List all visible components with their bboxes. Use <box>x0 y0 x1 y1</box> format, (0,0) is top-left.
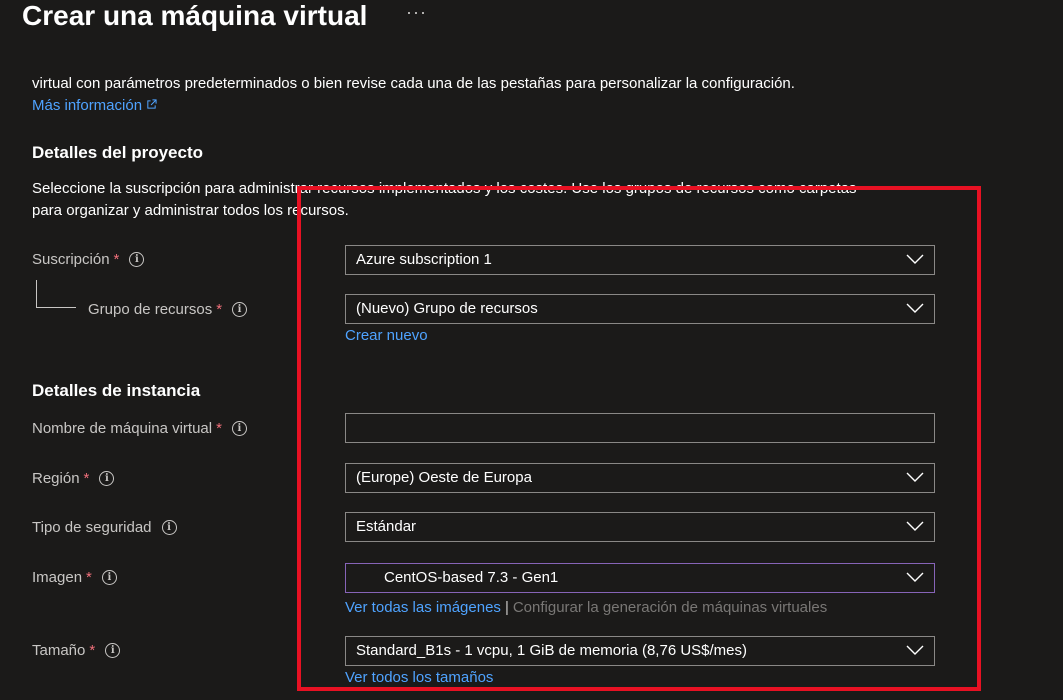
required-mark: * <box>83 470 90 487</box>
tree-connector-horizontal <box>36 307 76 308</box>
vm-name-input[interactable] <box>345 413 935 443</box>
size-label-row: Tamaño * i <box>32 642 121 659</box>
required-mark: * <box>86 569 92 586</box>
subscription-value: Azure subscription 1 <box>356 251 492 268</box>
info-icon[interactable]: i <box>161 520 177 535</box>
subscription-label: Suscripción <box>32 251 110 268</box>
project-description-line1: Seleccione la suscripción para administr… <box>32 180 857 197</box>
size-label: Tamaño <box>32 642 86 659</box>
configure-generation-link: Configurar la generación de máquinas vir… <box>512 599 828 616</box>
more-info-label: Más información <box>32 97 143 114</box>
image-label: Imagen <box>32 569 83 586</box>
resource-group-value: (Nuevo) Grupo de recursos <box>356 300 538 317</box>
page-title: Crear una máquina virtual <box>22 0 368 31</box>
chevron-down-icon <box>906 254 924 264</box>
region-label: Región <box>32 470 80 487</box>
info-icon[interactable]: i <box>99 471 115 486</box>
required-mark: * <box>113 251 120 268</box>
see-all-images-link[interactable]: Ver todas las imágenes <box>345 599 501 616</box>
size-value: Standard_B1s - 1 vcpu, 1 GiB de memoria … <box>356 642 748 659</box>
security-type-label: Tipo de seguridad <box>32 519 152 536</box>
size-dropdown[interactable]: Standard_B1s - 1 vcpu, 1 GiB de memoria … <box>345 636 935 666</box>
link-separator: | <box>504 599 509 616</box>
instance-details-heading: Detalles de instancia <box>32 381 201 400</box>
info-icon[interactable]: i <box>232 302 248 317</box>
create-new-link[interactable]: Crear nuevo <box>345 327 428 344</box>
project-details-heading: Detalles del proyecto <box>32 143 204 162</box>
chevron-down-icon <box>906 472 924 482</box>
chevron-down-icon <box>906 303 924 313</box>
more-info-link[interactable]: Más información <box>32 95 157 117</box>
vm-name-label-row: Nombre de máquina virtual * i <box>32 420 247 437</box>
info-icon[interactable]: i <box>129 252 145 267</box>
region-value: (Europe) Oeste de Europa <box>356 469 532 486</box>
region-label-row: Región * i <box>32 470 115 487</box>
image-value: CentOS-based 7.3 - Gen1 <box>384 569 559 586</box>
more-options-button[interactable]: ··· <box>406 2 427 23</box>
see-all-sizes-link[interactable]: Ver todos los tamaños <box>345 669 493 686</box>
required-mark: * <box>216 301 223 318</box>
tree-connector-vertical <box>36 280 37 308</box>
chevron-down-icon <box>906 521 924 531</box>
security-type-value: Estándar <box>356 518 417 535</box>
chevron-down-icon <box>906 645 924 655</box>
image-links-row: Ver todas las imágenes | Configurar la gen… <box>345 598 827 618</box>
resource-group-label-row: Grupo de recursos * i <box>88 301 248 318</box>
image-label-row: Imagen * i <box>32 569 117 586</box>
intro-text: virtual con parámetros predeterminados o… <box>32 75 795 92</box>
chevron-down-icon <box>906 572 924 582</box>
security-type-dropdown[interactable]: Estándar <box>345 512 935 542</box>
vm-name-label: Nombre de máquina virtual <box>32 420 213 437</box>
security-type-label-row: Tipo de seguridad i <box>32 519 177 536</box>
resource-group-dropdown[interactable]: (Nuevo) Grupo de recursos <box>345 294 935 324</box>
resource-group-label: Grupo de recursos <box>88 301 213 318</box>
subscription-dropdown[interactable]: Azure subscription 1 <box>345 245 935 275</box>
info-icon[interactable]: i <box>231 421 247 436</box>
project-description-line2: para organizar y administrar todos los r… <box>32 202 349 219</box>
info-icon[interactable]: i <box>105 643 121 658</box>
subscription-label-row: Suscripción * i <box>32 251 145 268</box>
external-link-icon <box>147 99 157 109</box>
region-dropdown[interactable]: (Europe) Oeste de Europa <box>345 463 935 493</box>
image-dropdown[interactable]: CentOS-based 7.3 - Gen1 <box>345 563 935 593</box>
required-mark: * <box>216 420 222 437</box>
required-mark: * <box>89 642 96 659</box>
info-icon[interactable]: i <box>101 570 117 585</box>
